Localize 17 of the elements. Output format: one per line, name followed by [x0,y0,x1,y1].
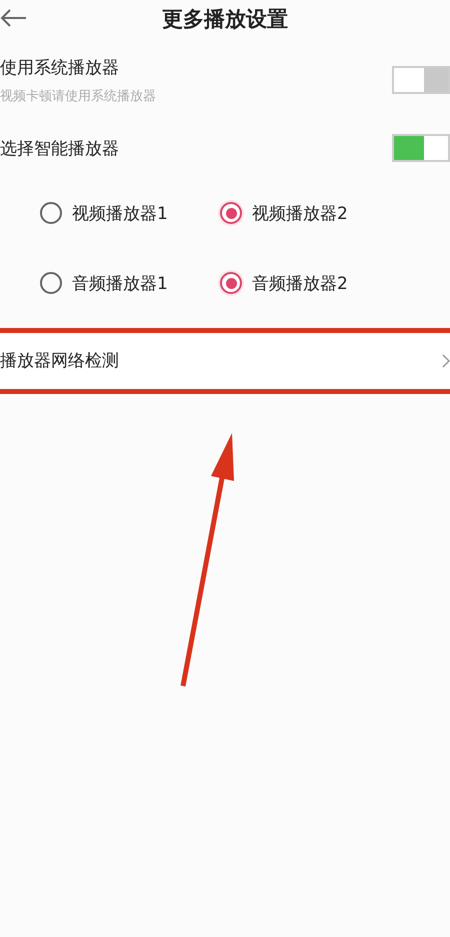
radio-label[interactable]: 音频播放器1 [72,272,168,294]
page-title: 更多播放设置 [162,6,288,33]
back-icon[interactable] [0,8,28,28]
setting-label: 选择智能播放器 [0,138,119,160]
chevron-icon [442,354,450,368]
toggle-switch[interactable] [392,134,450,162]
radio-button[interactable] [220,272,242,294]
radio-button[interactable] [40,202,62,224]
radio-button[interactable] [40,272,62,294]
setting-label: 使用系统播放器 [0,56,120,78]
network-check-row[interactable]: 播放器网络检测 [0,342,430,378]
radio-button[interactable] [220,202,242,224]
radio-label[interactable]: 音频播放器2 [252,272,348,294]
toggle-switch[interactable] [392,66,450,94]
radio-label[interactable]: 视频播放器2 [252,202,348,224]
setting-hint: 视频卡顿请使用系统播放器 [0,88,156,104]
radio-label[interactable]: 视频播放器1 [72,202,168,224]
